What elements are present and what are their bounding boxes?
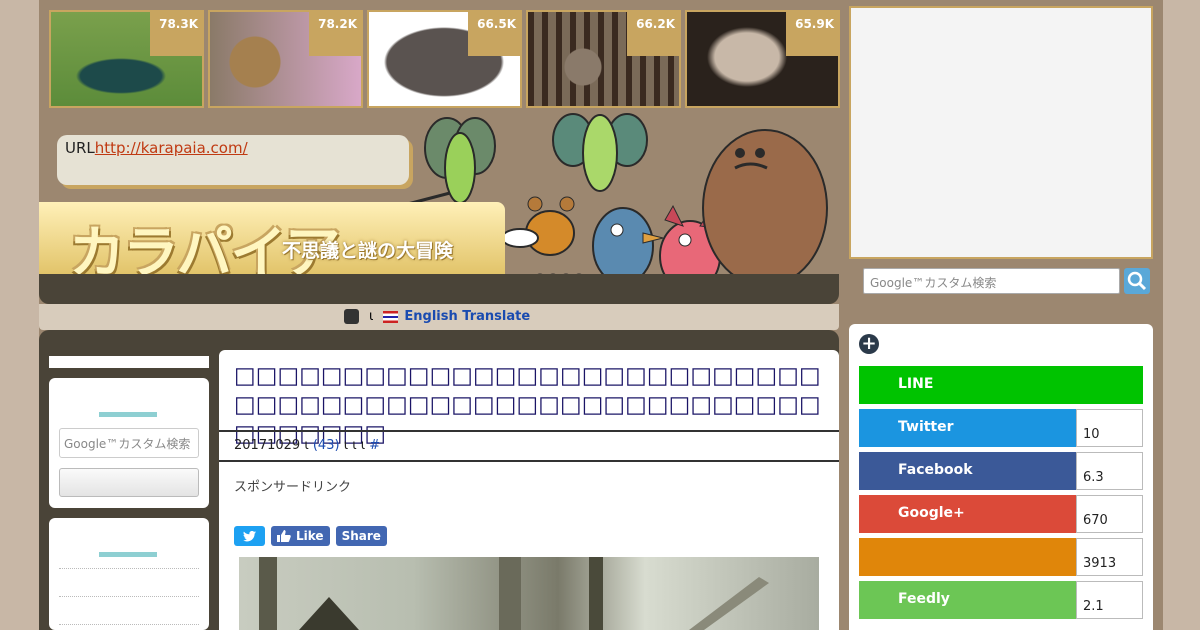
view-count: 66.5K [468, 12, 520, 56]
view-count: 78.3K [150, 12, 202, 56]
left-search-input[interactable]: Google™カスタム検索 [59, 428, 199, 458]
right-search-input[interactable]: Google™カスタム検索 [863, 268, 1120, 294]
ranking-thumbnails: 78.3K 78.2K 66.5K 66.2K 65.9K [49, 10, 841, 108]
plus-icon[interactable]: + [859, 334, 879, 354]
widget-title-bar [99, 552, 157, 557]
view-count: 66.2K [627, 12, 679, 56]
share-label: Facebook [859, 452, 1076, 490]
hash-link[interactable]: # [369, 438, 380, 453]
article-date: 20171029 [234, 438, 301, 453]
separator: ι [369, 309, 374, 324]
url-label: URL [65, 139, 95, 157]
site-url-link[interactable]: http://karapaia.com/ [95, 139, 248, 157]
ranking-thumb-3[interactable]: 66.5K [367, 10, 522, 108]
share-buttons: Like Share [234, 526, 387, 546]
article-image [239, 557, 819, 630]
twitter-icon [243, 530, 256, 541]
comment-count-link[interactable]: (43) [313, 438, 340, 453]
header-base [39, 274, 839, 304]
share-count-widget: + LINE Twitter 10 Facebook 6.3 Google+ 6… [849, 324, 1153, 630]
ranking-thumb-5[interactable]: 65.9K [685, 10, 840, 108]
share-label: Share [341, 529, 381, 543]
ranking-thumb-4[interactable]: 66.2K [526, 10, 681, 108]
share-label: LINE [859, 366, 1143, 404]
facebook-share-button[interactable]: Share [335, 526, 387, 546]
view-count: 78.2K [309, 12, 361, 56]
list-divider [59, 568, 199, 569]
site-tagline: 不思議と謎の大冒険 [282, 240, 454, 262]
share-row-twitter[interactable]: Twitter 10 [859, 409, 1143, 447]
ad-space[interactable] [849, 6, 1153, 259]
share-row-facebook[interactable]: Facebook 6.3 [859, 452, 1143, 490]
facebook-like-button[interactable]: Like [271, 526, 330, 546]
left-search-button[interactable] [59, 468, 199, 497]
search-icon [1127, 271, 1147, 291]
search-button[interactable] [1124, 268, 1150, 294]
view-count: 65.9K [786, 12, 838, 56]
uk-flag-icon [383, 310, 399, 323]
globe-icon [344, 309, 359, 324]
url-bubble: URLhttp://karapaia.com/ [57, 135, 409, 185]
english-translate-link[interactable]: English Translate [404, 309, 530, 324]
share-row-googleplus[interactable]: Google+ 670 [859, 495, 1143, 533]
article: □□□□□□□□□□□□□□□□□□□□□□□□□□□□□□□□□□□□□□□□… [219, 350, 839, 630]
tree-illustration [259, 557, 769, 630]
widget-title-bar [99, 412, 157, 417]
share-label [859, 538, 1076, 576]
ranking-thumb-2[interactable]: 78.2K [208, 10, 363, 108]
share-row-feedly[interactable]: Feedly 2.1 [859, 581, 1143, 619]
left-search-widget: Google™カスタム検索 [49, 378, 209, 508]
sponsored-label: スポンサードリンク [234, 480, 352, 495]
tweet-button[interactable] [234, 526, 265, 546]
share-count: 10 [1076, 409, 1143, 447]
share-label: Feedly [859, 581, 1076, 619]
share-count: 3913 [1076, 538, 1143, 576]
share-row-hatena[interactable]: 3913 [859, 538, 1143, 576]
share-count: 670 [1076, 495, 1143, 533]
site-logo-bar[interactable]: カラパイア 不思議と謎の大冒険 [39, 202, 505, 286]
share-count: 2.1 [1076, 581, 1143, 619]
meta-separator: ι [304, 438, 309, 453]
left-column-header [49, 356, 209, 368]
share-label: Twitter [859, 409, 1076, 447]
meta-tail: ι ι ι [343, 438, 366, 453]
left-list-widget [49, 518, 209, 630]
share-label: Google+ [859, 495, 1076, 533]
article-meta: 20171029 ι (43) ι ι ι # [219, 430, 839, 462]
list-divider [59, 596, 199, 597]
like-label: Like [296, 529, 324, 543]
thumbs-up-icon [277, 530, 291, 542]
share-row-line[interactable]: LINE [859, 366, 1143, 404]
translate-bar: ι English Translate [39, 304, 839, 330]
share-count: 6.3 [1076, 452, 1143, 490]
list-divider [59, 624, 199, 625]
ranking-thumb-1[interactable]: 78.3K [49, 10, 204, 108]
